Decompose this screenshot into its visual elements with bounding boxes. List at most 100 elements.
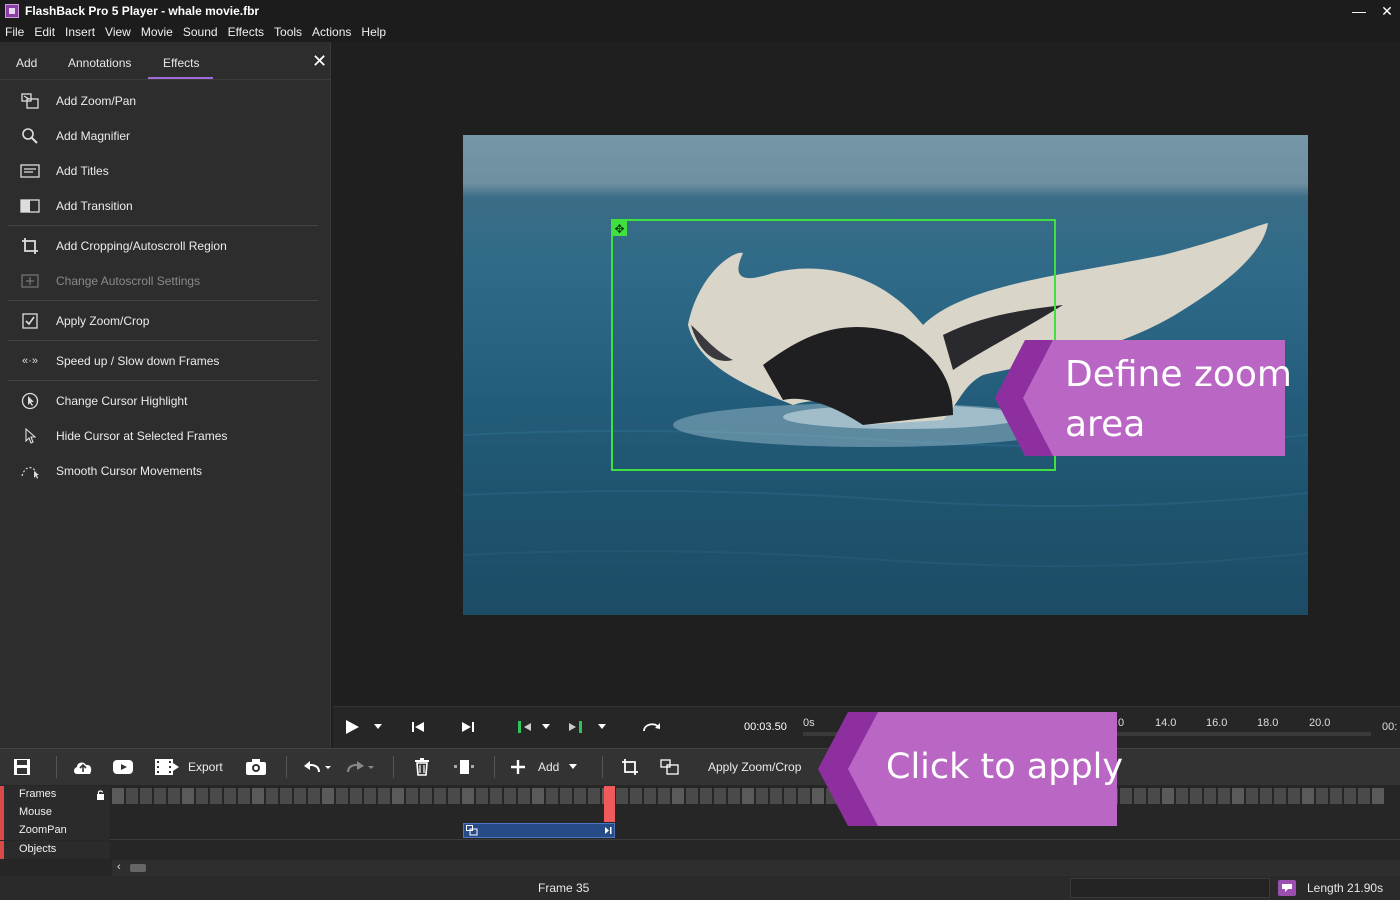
add-transition-item[interactable]: Add Transition [0,188,330,223]
track-frames[interactable]: Frames [0,786,110,804]
frame-cell[interactable] [112,788,124,804]
frame-cell[interactable] [266,788,278,804]
frame-cell[interactable] [252,788,264,804]
frame-cell[interactable] [378,788,390,804]
frame-cell[interactable] [308,788,320,804]
frame-cell[interactable] [756,788,768,804]
frame-cell[interactable] [658,788,670,804]
add-zoom-pan-item[interactable]: Add Zoom/Pan [0,83,330,118]
mark-end-button[interactable] [566,706,584,748]
frame-cell[interactable] [462,788,474,804]
frame-cell[interactable] [588,788,600,804]
speed-frames-item[interactable]: «·» Speed up / Slow down Frames [0,343,330,378]
frame-cell[interactable] [154,788,166,804]
add-button[interactable]: Add [510,748,578,785]
frame-cell[interactable] [686,788,698,804]
frame-cell[interactable] [728,788,740,804]
timeline-scrollbar[interactable]: ‹ [112,860,1400,876]
menu-help[interactable]: Help [356,22,391,42]
close-window-button[interactable]: ✕ [1372,0,1400,22]
frame-cell[interactable] [1344,788,1356,804]
frame-cell[interactable] [518,788,530,804]
frame-cell[interactable] [1190,788,1202,804]
add-cropping-item[interactable]: Add Cropping/Autoscroll Region [0,228,330,263]
apply-zoom-crop-item[interactable]: Apply Zoom/Crop [0,303,330,338]
frame-cell[interactable] [1148,788,1160,804]
frame-cell[interactable] [1134,788,1146,804]
mark-options-dropdown[interactable] [540,706,552,748]
frame-cell[interactable] [1316,788,1328,804]
close-panel-button[interactable]: ✕ [312,52,327,70]
frame-cell[interactable] [1246,788,1258,804]
frame-cell[interactable] [1162,788,1174,804]
frame-cell[interactable] [196,788,208,804]
zoom-area-rectangle[interactable] [611,219,1056,471]
minimize-button[interactable]: — [1344,0,1374,22]
go-to-start-button[interactable] [410,706,426,748]
tab-add[interactable]: Add [16,56,37,70]
frame-cell[interactable] [336,788,348,804]
track-mouse[interactable]: Mouse [0,804,110,822]
menu-insert[interactable]: Insert [60,22,100,42]
frame-cell[interactable] [280,788,292,804]
frame-cell[interactable] [784,788,796,804]
menu-view[interactable]: View [100,22,136,42]
frame-cell[interactable] [700,788,712,804]
tab-annotations[interactable]: Annotations [68,56,131,70]
current-frame-marker[interactable] [604,786,615,822]
add-titles-item[interactable]: Add Titles [0,153,330,188]
zoompan-clip[interactable] [463,823,615,838]
frame-cell[interactable] [1274,788,1286,804]
frame-cell[interactable] [630,788,642,804]
menu-actions[interactable]: Actions [307,22,356,42]
apply-zoom-crop-button[interactable]: Apply Zoom/Crop [708,748,801,785]
frame-cell[interactable] [490,788,502,804]
move-handle-icon[interactable]: ✥ [612,221,627,236]
frame-cell[interactable] [364,788,376,804]
scroll-left-icon[interactable]: ‹ [117,861,121,873]
mark-end-options-dropdown[interactable] [596,706,608,748]
go-to-end-button[interactable] [460,706,476,748]
cursor-highlight-item[interactable]: Change Cursor Highlight [0,383,330,418]
menu-file[interactable]: File [0,22,29,42]
frame-cell[interactable] [532,788,544,804]
frame-cell[interactable] [616,788,628,804]
mark-start-button[interactable] [516,706,534,748]
frame-cell[interactable] [504,788,516,804]
menu-effects[interactable]: Effects [223,22,269,42]
frame-cell[interactable] [1372,788,1384,804]
frame-cell[interactable] [714,788,726,804]
redo-button[interactable] [346,748,376,785]
loop-button[interactable] [640,706,664,748]
frame-cell[interactable] [1330,788,1342,804]
frame-cell[interactable] [1288,788,1300,804]
smooth-cursor-item[interactable]: Smooth Cursor Movements [0,453,330,488]
frame-cell[interactable] [476,788,488,804]
frames-strip[interactable] [112,788,1400,804]
play-options-dropdown[interactable] [372,706,384,748]
hide-cursor-item[interactable]: Hide Cursor at Selected Frames [0,418,330,453]
export-button[interactable]: Export [154,748,223,785]
undo-button[interactable] [303,748,333,785]
frame-cell[interactable] [770,788,782,804]
frame-cell[interactable] [406,788,418,804]
frame-cell[interactable] [182,788,194,804]
frame-cell[interactable] [420,788,432,804]
youtube-button[interactable] [112,748,134,785]
frame-cell[interactable] [210,788,222,804]
frame-cell[interactable] [1218,788,1230,804]
frame-cell[interactable] [644,788,656,804]
frame-cell[interactable] [350,788,362,804]
clip-end-handle-icon[interactable] [604,826,612,835]
frame-cell[interactable] [126,788,138,804]
frame-cell[interactable] [1302,788,1314,804]
frame-cell[interactable] [168,788,180,804]
frame-cell[interactable] [1120,788,1132,804]
frame-cell[interactable] [560,788,572,804]
frame-cell[interactable] [322,788,334,804]
crop-button[interactable] [621,748,639,785]
menu-movie[interactable]: Movie [136,22,178,42]
frame-cell[interactable] [672,788,684,804]
menu-tools[interactable]: Tools [269,22,307,42]
zoom-pan-button[interactable] [660,748,680,785]
